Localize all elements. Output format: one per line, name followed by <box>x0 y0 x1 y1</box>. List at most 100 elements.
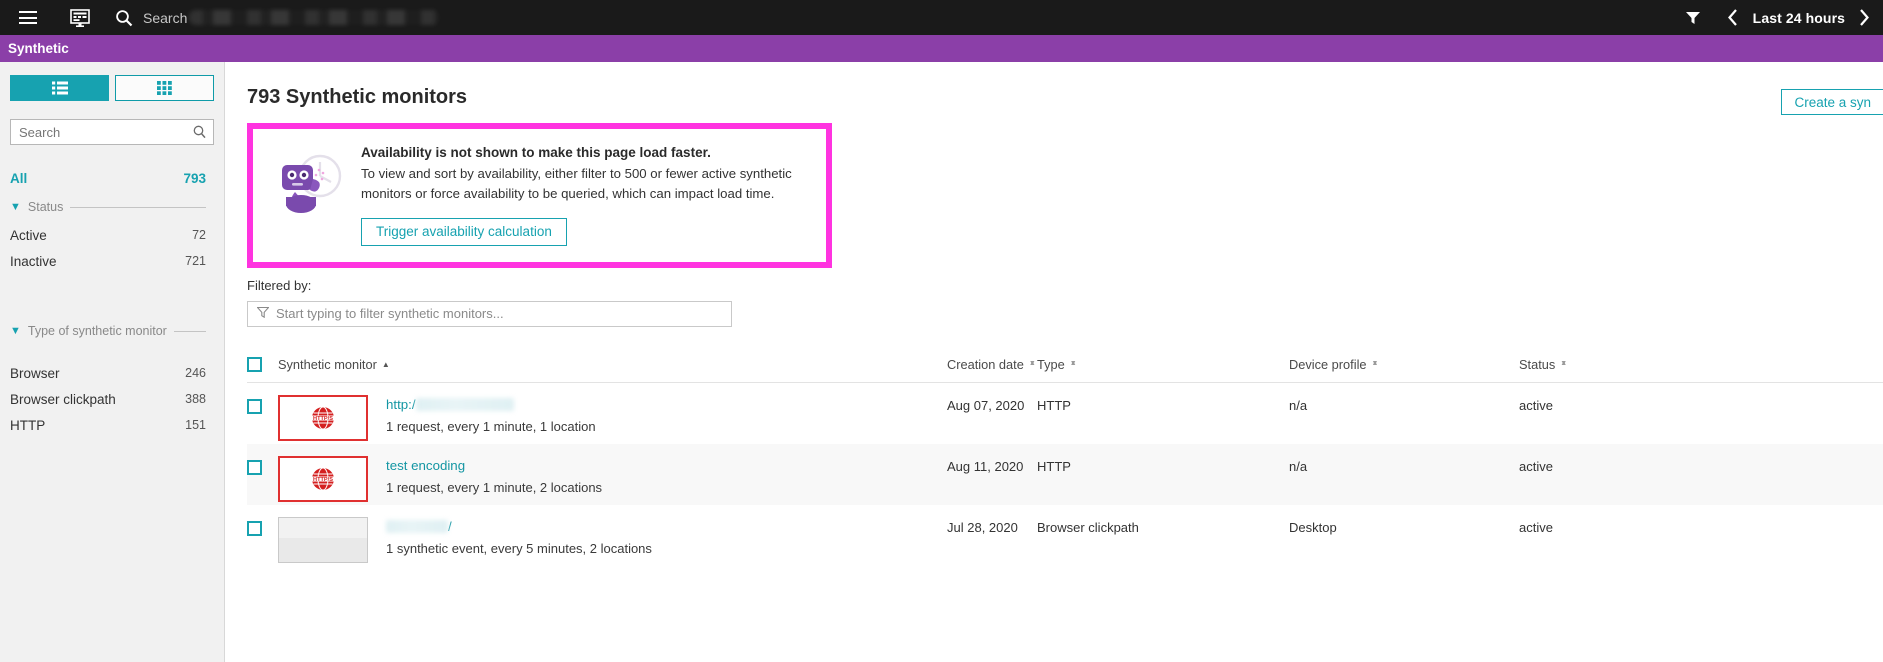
sidebar-item-browser[interactable]: Browser 246 <box>10 360 214 386</box>
column-header-device-profile-label: Device profile <box>1289 356 1367 372</box>
chevron-down-icon: ▼ <box>10 325 21 337</box>
table-row[interactable]: / 1 synthetic event, every 5 minutes, 2 … <box>247 505 1883 566</box>
sidebar: Search All 793 ▼ Status Active 72 Inacti… <box>0 62 225 662</box>
top-bar-right-controls: Last 24 hours <box>1673 0 1883 35</box>
table-row[interactable]: HTTP/S test encoding 1 request, every 1 … <box>247 443 1883 505</box>
subheader-bar: Synthetic <box>0 35 1883 62</box>
sidebar-item-http-label: HTTP <box>10 417 46 433</box>
sidebar-item-inactive-label: Inactive <box>10 253 57 269</box>
row-type: HTTP <box>1037 397 1071 413</box>
row-device-profile: Desktop <box>1289 519 1337 535</box>
sidebar-group-type-title: Type of synthetic monitor <box>27 324 167 338</box>
global-search-input[interactable]: Search <box>143 9 440 26</box>
chevron-left-icon[interactable] <box>1713 8 1753 27</box>
redacted-name <box>415 397 514 411</box>
sidebar-item-http[interactable]: HTTP 151 <box>10 412 214 438</box>
robot-illustration-icon <box>273 149 345 213</box>
sidebar-item-http-count: 151 <box>185 418 206 432</box>
row-device-profile: n/a <box>1289 397 1308 413</box>
row-type: Browser clickpath <box>1037 519 1139 535</box>
filtered-by-label: Filtered by: <box>247 277 312 293</box>
row-checkbox-cell <box>247 456 278 475</box>
sidebar-item-browser-count: 246 <box>185 366 206 380</box>
sidebar-item-active-count: 72 <box>192 228 206 242</box>
svg-text:HTTP/S: HTTP/S <box>313 416 333 422</box>
https-logo-thumbnail: HTTP/S <box>278 394 368 441</box>
sidebar-item-browser-clickpath-count: 388 <box>185 392 206 406</box>
banner-title: Availability is not shown to make this p… <box>361 145 711 160</box>
group-divider <box>173 330 206 332</box>
column-header-type-label: Type <box>1037 356 1065 372</box>
subheader-title: Synthetic <box>8 41 69 56</box>
search-icon[interactable] <box>115 9 133 27</box>
list-view-button[interactable] <box>10 75 109 101</box>
monitor-name-link[interactable]: test encoding <box>386 458 602 473</box>
sidebar-group-type-header[interactable]: ▼ Type of synthetic monitor <box>10 324 214 338</box>
trigger-availability-calculation-button[interactable]: Trigger availability calculation <box>361 217 567 246</box>
sidebar-item-active-label: Active <box>10 227 47 243</box>
grid-view-icon <box>157 81 172 95</box>
sidebar-group-status-title: Status <box>27 200 64 214</box>
column-header-type[interactable]: Type ▲ ▼ <box>1037 357 1289 372</box>
monitor-name-link[interactable]: / <box>386 519 652 534</box>
row-creation-date: Aug 11, 2020 <box>947 458 1024 474</box>
table-header-row: Synthetic monitor ▲ Creation date ▲ ▼ Typ… <box>247 353 1883 383</box>
sidebar-item-all-count: 793 <box>183 171 206 186</box>
banner-body: To view and sort by availability, either… <box>361 166 792 202</box>
row-status: active <box>1519 458 1553 474</box>
row-status: active <box>1519 397 1553 413</box>
chevron-right-icon[interactable] <box>1845 8 1883 27</box>
filter-monitors-input[interactable]: Start typing to filter synthetic monitor… <box>247 300 732 327</box>
row-checkbox[interactable] <box>247 520 262 536</box>
row-status: active <box>1519 519 1553 535</box>
column-header-device-profile[interactable]: Device profile ▲ ▼ <box>1289 357 1519 372</box>
sort-ascending-icon: ▲ <box>381 359 390 369</box>
column-header-name-label: Synthetic monitor <box>278 356 377 372</box>
sidebar-item-inactive[interactable]: Inactive 721 <box>10 248 214 274</box>
top-bar: Search Last 24 hours <box>0 0 1883 35</box>
redacted-name <box>386 519 448 533</box>
column-header-name[interactable]: Synthetic monitor ▲ <box>278 357 947 372</box>
row-checkbox[interactable] <box>247 398 262 414</box>
monitors-table: Synthetic monitor ▲ Creation date ▲ ▼ Typ… <box>247 353 1883 566</box>
sidebar-item-inactive-count: 721 <box>185 254 206 268</box>
row-device-profile: n/a <box>1289 458 1308 474</box>
search-redacted-content <box>189 10 440 25</box>
create-synthetic-monitor-button[interactable]: Create a syn <box>1781 89 1883 115</box>
monitor-subtitle: 1 request, every 1 minute, 2 locations <box>386 479 603 495</box>
column-header-status[interactable]: Status ▲ ▼ <box>1519 357 1639 372</box>
availability-banner: Availability is not shown to make this p… <box>247 123 832 268</box>
search-placeholder: Search <box>143 9 188 26</box>
funnel-filter-icon <box>256 306 270 321</box>
sidebar-item-browser-label: Browser <box>10 365 60 381</box>
search-icon <box>193 125 206 142</box>
time-range-label[interactable]: Last 24 hours <box>1753 10 1845 26</box>
funnel-filter-icon[interactable] <box>1673 11 1713 25</box>
sidebar-search-input[interactable]: Search <box>10 119 214 145</box>
monitor-name-link[interactable]: http:/ <box>386 397 596 412</box>
monitor-icon[interactable] <box>70 8 90 27</box>
sidebar-search-placeholder: Search <box>19 124 61 140</box>
filter-placeholder: Start typing to filter synthetic monitor… <box>276 306 504 322</box>
row-type: HTTP <box>1037 458 1071 474</box>
sidebar-item-browser-clickpath[interactable]: Browser clickpath 388 <box>10 386 214 412</box>
row-checkbox-cell <box>247 395 278 414</box>
column-header-creation-date[interactable]: Creation date ▲ ▼ <box>947 357 1037 372</box>
sidebar-item-active[interactable]: Active 72 <box>10 222 214 248</box>
select-all-checkbox[interactable] <box>247 356 262 372</box>
grid-view-button[interactable] <box>115 75 214 101</box>
https-logo-thumbnail: HTTP/S <box>278 455 368 502</box>
sidebar-item-all[interactable]: All 793 <box>10 171 214 186</box>
group-divider <box>70 206 206 208</box>
main-content: 793 Synthetic monitors Create a syn Avai… <box>225 62 1883 662</box>
sidebar-group-status-header[interactable]: ▼ Status <box>10 200 214 214</box>
monitor-name-text: http:/ <box>386 396 416 412</box>
column-header-creation-date-label: Creation date <box>947 356 1024 372</box>
sidebar-item-browser-clickpath-label: Browser clickpath <box>10 391 116 407</box>
row-name-cell: HTTP/S test encoding 1 request, every 1 … <box>278 455 947 502</box>
view-mode-toggle <box>10 62 214 101</box>
table-row[interactable]: HTTP/S http:/ 1 request, every 1 minute,… <box>247 383 1883 444</box>
row-checkbox[interactable] <box>247 459 262 475</box>
row-creation-date: Aug 07, 2020 <box>947 397 1025 413</box>
hamburger-menu-icon[interactable] <box>14 11 42 24</box>
